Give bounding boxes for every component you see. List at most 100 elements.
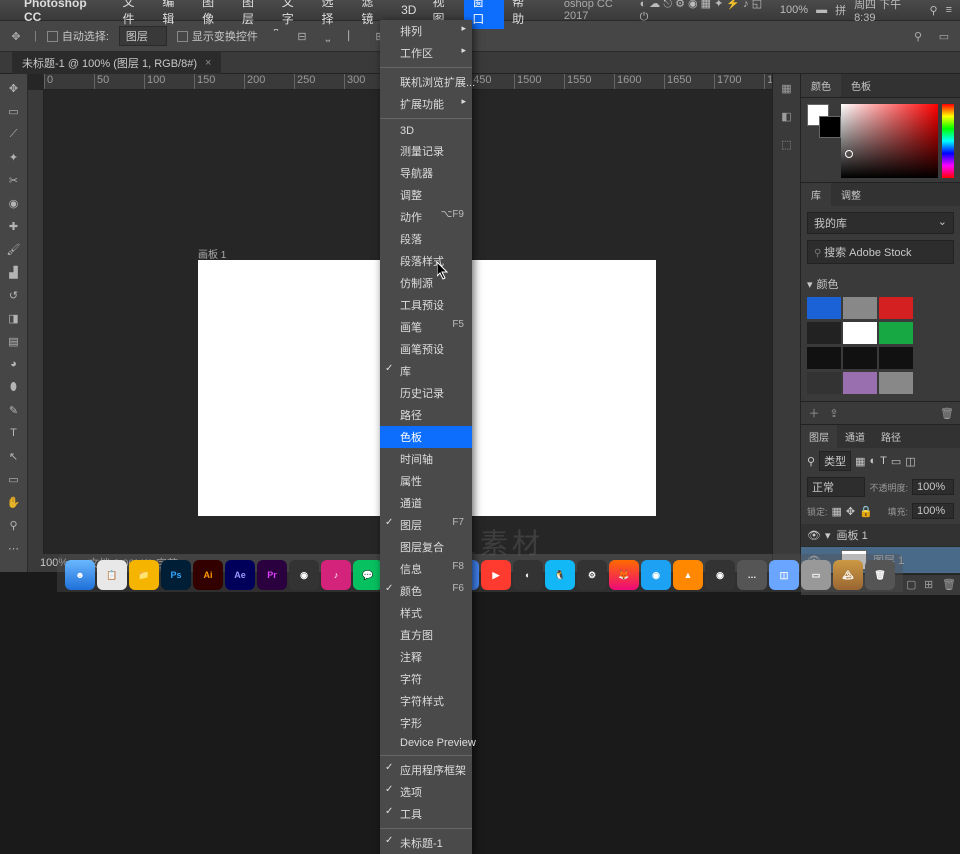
filter-smart-icon[interactable]: ◫ [905,455,915,468]
dock-app[interactable]: 📁 [129,560,159,590]
tab-library[interactable]: 库 [801,183,831,206]
dock-trash[interactable]: 🗑 [865,560,895,590]
heal-tool[interactable]: ✚ [3,216,25,236]
share-icon[interactable]: ⇪ [827,406,841,420]
filter-type-icon[interactable]: T [880,455,887,467]
menu-edit[interactable]: 编辑 [154,0,194,29]
menu-item[interactable]: 时间轴 [380,448,472,470]
color-swatch[interactable] [879,347,913,369]
menu-item[interactable]: 段落样式 [380,250,472,272]
artboard-label[interactable]: 画板 1 [198,246,226,261]
more-tools[interactable]: ⋯ [3,538,25,558]
lock-all-icon[interactable]: 🔒 [859,505,873,518]
workspace-icon[interactable]: ▭ [936,28,952,44]
blur-tool[interactable]: ◕ [3,354,25,374]
color-swatch[interactable] [807,372,841,394]
filter-adj-icon[interactable]: ◐ [869,455,876,467]
dock-illustrator[interactable]: Ai [193,560,223,590]
crop-tool[interactable]: ✂ [3,170,25,190]
kind-filter-icon[interactable]: ⚲ [807,455,815,468]
menu-item[interactable]: 工作区 [380,42,472,64]
color-swatch[interactable] [807,297,841,319]
menu-item[interactable]: 样式 [380,602,472,624]
document-tab[interactable]: 未标题-1 @ 100% (图层 1, RGB/8#) × [12,52,221,74]
stamp-tool[interactable]: ▟ [3,262,25,282]
dock-qq[interactable]: 🐧 [545,560,575,590]
menu-item[interactable]: 联机浏览扩展... [380,71,472,93]
color-swatch[interactable] [879,372,913,394]
styles-panel-icon[interactable]: ⬚ [777,134,797,154]
fill-input[interactable]: 100% [912,503,954,519]
color-swatch[interactable] [843,297,877,319]
menu-layer[interactable]: 图层 [234,0,274,29]
dock-app[interactable]: ♪ [321,560,351,590]
menu-image[interactable]: 图像 [194,0,234,29]
hand-tool[interactable]: ✋ [3,492,25,512]
search-icon[interactable]: ⚲ [910,28,926,44]
gradient-tool[interactable]: ▤ [3,331,25,351]
menu-item[interactable]: 图层 [380,514,472,536]
delete-icon[interactable]: 🗑 [942,578,956,592]
dock-obs[interactable]: ◉ [705,560,735,590]
search-icon[interactable]: ⚲ [930,4,938,17]
chevron-down-icon[interactable]: ▾ [807,278,813,291]
menu-item[interactable]: 仿制源 [380,272,472,294]
menu-type[interactable]: 文字 [274,0,314,29]
dock-app[interactable]: ⚙ [577,560,607,590]
visibility-icon[interactable]: 👁 [807,529,819,541]
menu-item[interactable]: 选项 [380,781,472,803]
menu-item[interactable]: 注释 [380,646,472,668]
history-brush-tool[interactable]: ↺ [3,285,25,305]
autoselect-checkbox[interactable] [47,31,58,42]
menu-item[interactable]: 字形 [380,712,472,734]
menu-item[interactable]: 动作 [380,206,472,228]
marquee-tool[interactable]: ▭ [3,101,25,121]
dock-finder[interactable]: ☻ [65,560,95,590]
menu-item[interactable]: 工具预设 [380,294,472,316]
opacity-input[interactable]: 100% [912,479,954,495]
dock-app[interactable]: ◫ [769,560,799,590]
menu-item[interactable]: 画笔预设 [380,338,472,360]
menu-item[interactable]: 路径 [380,404,472,426]
dock-aftereffects[interactable]: Ae [225,560,255,590]
artboard-row[interactable]: 👁 ▾ 画板 1 [801,524,960,547]
menu-item[interactable]: 未标题-1 [380,832,472,854]
tab-layers[interactable]: 图层 [801,425,837,448]
tab-color[interactable]: 颜色 [801,74,841,97]
menu-help[interactable]: 帮助 [504,0,544,29]
menu-item[interactable]: 通道 [380,492,472,514]
lock-pixels-icon[interactable]: ▦ [832,505,842,518]
new-layer-icon[interactable]: ⊞ [924,578,938,592]
menu-item[interactable]: 工具 [380,803,472,825]
brush-tool[interactable]: 🖌 [3,239,25,259]
eyedropper-tool[interactable]: ◉ [3,193,25,213]
color-swatch[interactable] [807,347,841,369]
filter-shape-icon[interactable]: ▭ [891,455,901,468]
color-swatch[interactable] [843,347,877,369]
menu-item[interactable]: 字符样式 [380,690,472,712]
add-swatch-icon[interactable]: ＋ [807,406,821,420]
background-color[interactable] [819,116,841,138]
library-select[interactable]: 我的库⌄ [807,212,954,234]
library-search[interactable]: ⚲ 搜索 Adobe Stock [807,240,954,264]
menu-item[interactable]: 信息 [380,558,472,580]
menu-3d[interactable]: 3D [393,1,424,19]
dock-firefox[interactable]: 🦊 [609,560,639,590]
menu-item[interactable]: 库 [380,360,472,382]
menu-item[interactable]: 调整 [380,184,472,206]
dock-app[interactable]: ◉ [289,560,319,590]
notification-icon[interactable]: ≡ [946,4,952,16]
menu-item[interactable]: 扩展功能 [380,93,472,115]
autoselect-dropdown[interactable]: 图层 [119,26,167,46]
menu-item[interactable]: Device Preview [380,734,472,752]
menu-item[interactable]: 排列 [380,20,472,42]
transform-checkbox[interactable] [177,31,188,42]
dock-app[interactable]: ◐ [513,560,543,590]
menu-item[interactable]: 历史记录 [380,382,472,404]
tab-channels[interactable]: 通道 [837,425,873,448]
wand-tool[interactable]: ✦ [3,147,25,167]
type-tool[interactable]: T [3,423,25,443]
menu-item[interactable]: 3D [380,122,472,140]
layer-kind-select[interactable]: 类型 [819,451,851,471]
hue-slider[interactable] [942,104,954,178]
